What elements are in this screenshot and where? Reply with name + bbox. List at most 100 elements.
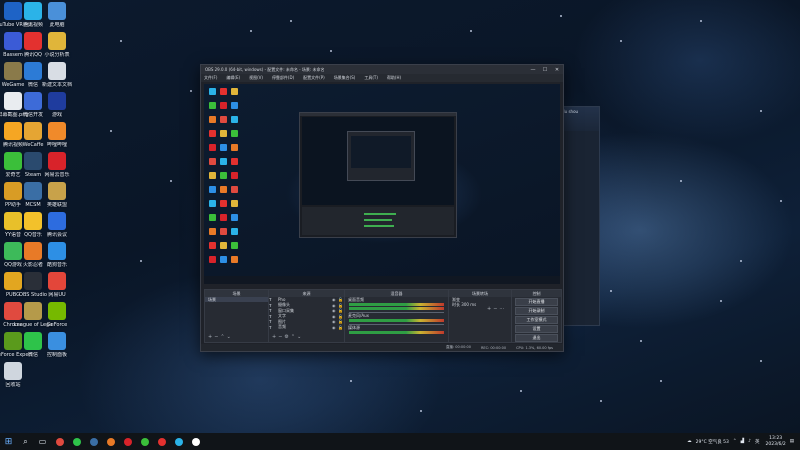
netease-icon[interactable] — [122, 436, 133, 447]
start-streaming-button[interactable]: 开始直播 — [515, 298, 558, 306]
preview-nested-docks — [302, 207, 454, 235]
desktop-icon[interactable]: 腾讯会议 — [38, 212, 76, 238]
volume-slider[interactable] — [349, 324, 444, 325]
qq-icon[interactable] — [156, 436, 167, 447]
mixer-header: 混音器 — [345, 290, 448, 297]
app-icon — [48, 182, 66, 200]
taskbar-apps — [51, 436, 204, 447]
preview-desktop-icon — [220, 256, 227, 263]
audio-meter — [349, 303, 444, 306]
mixer-channel-label: 麦克风/Aux — [348, 313, 369, 318]
desktop-icon[interactable]: GeForce — [38, 302, 76, 328]
menu-view[interactable]: 视图(V) — [249, 75, 263, 81]
app-icon — [48, 212, 66, 230]
exit-button[interactable]: 退出 — [515, 334, 558, 342]
preview-desktop-icon — [231, 200, 238, 207]
app-icon — [48, 152, 66, 170]
clock-date: 2023/6/2 — [765, 441, 786, 447]
minimize-button[interactable]: — — [527, 67, 539, 73]
bilibili-icon[interactable] — [105, 436, 116, 447]
scene-item[interactable]: 场景 — [205, 297, 268, 302]
preview-desktop-icon — [220, 144, 227, 151]
menu-file[interactable]: 文件(F) — [204, 75, 217, 81]
obs-titlebar[interactable]: OBS 29.0.0 (64-bit, windows) - 配置文件: 未命名… — [201, 65, 563, 74]
weather-icon[interactable]: ☁ — [687, 439, 692, 444]
steam-icon[interactable] — [88, 436, 99, 447]
scenes-header: 场景 — [205, 290, 268, 297]
desktop-icon[interactable]: 此电脑 — [38, 2, 76, 28]
app-icon — [48, 92, 66, 110]
app-icon — [48, 62, 66, 80]
menu-docks[interactable]: 停靠部件(D) — [272, 75, 294, 81]
studio-mode-button[interactable]: 工作室模式 — [515, 316, 558, 324]
desktop-icon[interactable]: 网易UU — [38, 272, 76, 298]
transition-settings-icon[interactable]: ⋯ — [499, 306, 506, 312]
obs-window[interactable]: OBS 29.0.0 (64-bit, windows) - 配置文件: 未命名… — [200, 64, 564, 352]
source-item[interactable]: 𝐓 音频 ◉ 🔓 — [269, 324, 344, 331]
desktop-icon[interactable]: 控制面板 — [38, 332, 76, 358]
wechat-icon[interactable] — [71, 436, 82, 447]
sources-toolbar: +−⚙⌃⌄ — [272, 334, 303, 340]
sources-header: 来源 — [269, 290, 344, 297]
desktop-icon[interactable]: 英雄联盟 — [38, 182, 76, 208]
desktop-icon[interactable]: 新建文本文档 — [38, 62, 76, 88]
iqiyi-icon[interactable] — [139, 436, 150, 447]
desktop-icon-label: 游戏 — [51, 112, 62, 118]
preview-desktop-icon — [231, 214, 238, 221]
menu-scene-collection[interactable]: 场景集合(S) — [334, 75, 356, 81]
desktop-icon[interactable]: 网易云音乐 — [38, 152, 76, 178]
desktop-icon[interactable]: 哔哩哔哩 — [38, 122, 76, 148]
preview-desktop-icon — [220, 102, 227, 109]
obs-icon[interactable] — [190, 436, 201, 447]
network-icon[interactable]: ▟ — [741, 439, 744, 444]
obs-preview[interactable] — [204, 84, 560, 284]
desktop-icon[interactable]: 回收站 — [0, 362, 32, 388]
audio-meter — [349, 331, 444, 334]
desktop-icon[interactable]: 游戏 — [38, 92, 76, 118]
menu-help[interactable]: 帮助(H) — [387, 75, 401, 81]
chevron-up-icon[interactable]: ⌃ — [733, 439, 737, 444]
windows-icon[interactable]: ⊞ — [3, 436, 14, 447]
notification-icon[interactable]: ▤ — [790, 439, 794, 444]
preview-desktop-icon — [209, 214, 216, 221]
menu-edit[interactable]: 编辑(E) — [226, 75, 240, 81]
background-window[interactable]: ulu shou — [558, 106, 600, 326]
desktop-icon-label: GeForce — [46, 322, 68, 328]
desktop-icon[interactable]: 小说分析表 — [38, 32, 76, 58]
menu-tools[interactable]: 工具(T) — [364, 75, 378, 81]
volume-slider[interactable] — [349, 312, 444, 313]
move-down-icon[interactable]: ⌄ — [297, 334, 303, 340]
menu-profile[interactable]: 配置文件(P) — [303, 75, 325, 81]
transition-toolbar: +−⋯ — [487, 306, 506, 312]
scenes-toolbar: +−⌃⌄ — [208, 334, 233, 340]
desktop-icon[interactable]: 酷狗音乐 — [38, 242, 76, 268]
tencent-video-icon[interactable] — [173, 436, 184, 447]
language-indicator[interactable]: 英 — [755, 439, 760, 445]
desktop-icon-label: 回收站 — [5, 382, 21, 388]
search-icon[interactable]: ⌕ — [20, 436, 31, 447]
settings-button[interactable]: 设置 — [515, 325, 558, 333]
task-view-icon[interactable]: ▭ — [37, 436, 48, 447]
start-recording-button[interactable]: 开始录制 — [515, 307, 558, 315]
desktop-icon-label: 此电脑 — [49, 22, 65, 28]
preview-desktop-icon — [231, 228, 238, 235]
live-timer: 直播: 00:00:00 — [445, 345, 471, 349]
preview-desktop-icon — [209, 158, 216, 165]
chrome-icon[interactable] — [54, 436, 65, 447]
preview-taskbar — [204, 276, 560, 284]
preview-desktop-icon — [220, 88, 227, 95]
preview-desktop-icon — [209, 228, 216, 235]
maximize-button[interactable]: ☐ — [539, 67, 551, 73]
preview-desktop-icon — [209, 102, 216, 109]
weather-text[interactable]: 29°C 空气良 53 — [696, 439, 729, 445]
volume-icon[interactable]: ♪ — [748, 439, 751, 444]
desktop-icon-label: 酷狗音乐 — [46, 262, 67, 268]
scenes-dock: 场景 场景 +−⌃⌄ — [204, 289, 269, 343]
clock[interactable]: 13:23 2023/6/2 — [766, 436, 786, 447]
desktop-icon-label: 网易云音乐 — [44, 172, 70, 178]
transitions-header: 场景转场 — [449, 290, 511, 297]
close-button[interactable]: ✕ — [551, 67, 563, 73]
preview-desktop-icon — [220, 228, 227, 235]
preview-obs-window — [299, 112, 457, 238]
move-down-icon[interactable]: ⌄ — [227, 334, 233, 340]
